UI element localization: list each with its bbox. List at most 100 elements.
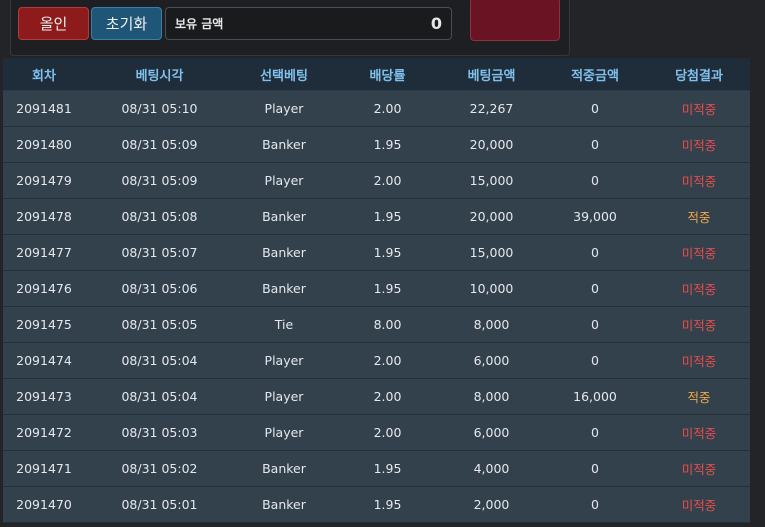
cell-pick: Player	[264, 101, 304, 116]
cell-win-amount: 0	[591, 461, 599, 476]
cell-bet-amount: 2,000	[473, 497, 510, 512]
cell-win-amount: 0	[591, 353, 599, 368]
cell-bet-time: 08/31 05:05	[121, 317, 198, 332]
cell-odds: 1.95	[373, 209, 402, 224]
cell-bet-time: 08/31 05:09	[121, 173, 198, 188]
cell-bet-amount: 15,000	[469, 245, 514, 260]
cell-odds: 1.95	[373, 137, 402, 152]
cell-win-amount: 0	[591, 317, 599, 332]
allin-button[interactable]: 올인	[18, 7, 89, 40]
header-result: 당첨결과	[675, 68, 723, 84]
cell-result: 미적중	[681, 426, 717, 441]
cell-win-amount: 16,000	[573, 389, 617, 404]
balance-value: 0	[430, 14, 442, 33]
table-row: 2091481 08/31 05:10 Player 2.00 22,267 0 미적중	[3, 91, 750, 127]
cell-pick: Player	[264, 425, 304, 440]
cell-bet-time: 08/31 05:10	[121, 101, 198, 116]
cell-pick: Player	[264, 173, 304, 188]
cell-pick: Banker	[262, 245, 306, 260]
table-row: 2091480 08/31 05:09 Banker 1.95 20,000 0 미적중	[3, 127, 750, 163]
cell-bet-amount: 20,000	[469, 209, 514, 224]
cell-bet-amount: 4,000	[473, 461, 510, 476]
cell-win-amount: 0	[591, 173, 599, 188]
cell-pick: Banker	[262, 209, 306, 224]
cell-result: 적중	[687, 390, 711, 405]
cell-bet-time: 08/31 05:06	[121, 281, 198, 296]
cell-bet-amount: 6,000	[473, 353, 510, 368]
cell-round: 2091471	[16, 461, 72, 476]
cell-round: 2091480	[16, 137, 72, 152]
table-row: 2091474 08/31 05:04 Player 2.00 6,000 0 미적중	[3, 343, 750, 379]
cell-odds: 1.95	[373, 281, 402, 296]
cell-bet-amount: 8,000	[473, 389, 510, 404]
cell-result: 미적중	[681, 318, 717, 333]
cell-pick: Tie	[274, 317, 294, 332]
cell-odds: 1.95	[373, 245, 402, 260]
cell-bet-time: 08/31 05:04	[121, 353, 198, 368]
cell-bet-amount: 15,000	[469, 173, 514, 188]
cell-result: 미적중	[681, 462, 717, 477]
cell-pick: Banker	[262, 281, 306, 296]
cell-round: 2091475	[16, 317, 72, 332]
cell-result: 미적중	[681, 138, 717, 153]
cell-round: 2091479	[16, 173, 72, 188]
header-round: 회차	[32, 68, 56, 84]
cell-odds: 1.95	[373, 497, 402, 512]
cell-bet-time: 08/31 05:02	[121, 461, 198, 476]
table-row: 2091470 08/31 05:01 Banker 1.95 2,000 0 미적중	[3, 487, 750, 523]
table-row: 2091471 08/31 05:02 Banker 1.95 4,000 0 미적중	[3, 451, 750, 487]
cell-round: 2091470	[16, 497, 72, 512]
cell-round: 2091476	[16, 281, 72, 296]
cell-result: 미적중	[681, 102, 717, 117]
cell-odds: 2.00	[373, 353, 402, 368]
cell-bet-time: 08/31 05:08	[121, 209, 198, 224]
cell-bet-amount: 8,000	[473, 317, 510, 332]
table-row: 2091472 08/31 05:03 Player 2.00 6,000 0 미적중	[3, 415, 750, 451]
reset-button[interactable]: 초기화	[91, 7, 162, 40]
table-body: 2091481 08/31 05:10 Player 2.00 22,267 0 미적중 20…	[3, 91, 750, 523]
balance-label: 보유 금액	[175, 17, 224, 31]
cell-bet-amount: 20,000	[469, 137, 514, 152]
cell-bet-time: 08/31 05:04	[121, 389, 198, 404]
cell-win-amount: 0	[591, 497, 599, 512]
cell-odds: 1.95	[373, 461, 402, 476]
cell-win-amount: 0	[591, 281, 599, 296]
cell-round: 2091472	[16, 425, 72, 440]
header-win-amount: 적중금액	[571, 68, 619, 84]
cell-bet-time: 08/31 05:01	[121, 497, 198, 512]
cell-result: 미적중	[681, 354, 717, 369]
cell-bet-amount: 6,000	[473, 425, 510, 440]
header-pick: 선택베팅	[260, 68, 308, 84]
header-bet-time: 베팅시각	[135, 68, 184, 84]
cell-round: 2091478	[16, 209, 72, 224]
cell-bet-time: 08/31 05:07	[121, 245, 198, 260]
cell-bet-amount: 22,267	[469, 101, 514, 116]
cell-round: 2091481	[16, 101, 72, 116]
cell-result: 미적중	[681, 246, 717, 261]
cell-result: 적중	[687, 210, 711, 225]
bet-history-table: 회차 베팅시각 선택베팅 배당률 베팅금액 적중금액 당첨결과 2091481 0…	[3, 58, 750, 527]
cell-round: 2091474	[16, 353, 72, 368]
cell-odds: 2.00	[373, 173, 402, 188]
cell-odds: 2.00	[373, 101, 402, 116]
table-row: 2091478 08/31 05:08 Banker 1.95 20,000 39,000…	[3, 199, 750, 235]
cell-odds: 2.00	[373, 425, 402, 440]
cell-pick: Player	[264, 389, 304, 404]
action-panel[interactable]	[470, 0, 560, 41]
table-row: 2091475 08/31 05:05 Tie 8.00 8,000 0 미적중	[3, 307, 750, 343]
table-header: 회차 베팅시각 선택베팅 배당률 베팅금액 적중금액 당첨결과	[3, 58, 750, 91]
cell-bet-time: 08/31 05:03	[121, 425, 198, 440]
table-row: 2091473 08/31 05:04 Player 2.00 8,000 16,000 적…	[3, 379, 750, 415]
cell-win-amount: 0	[591, 101, 599, 116]
cell-pick: Banker	[262, 497, 306, 512]
cell-odds: 8.00	[373, 317, 402, 332]
cell-pick: Player	[264, 353, 304, 368]
cell-result: 미적중	[681, 174, 717, 189]
balance-display: 보유 금액 0	[165, 7, 452, 40]
header-odds: 배당률	[369, 68, 406, 84]
cell-pick: Banker	[262, 461, 306, 476]
cell-win-amount: 0	[591, 245, 599, 260]
table-row: 2091477 08/31 05:07 Banker 1.95 15,000 0 미적중	[3, 235, 750, 271]
cell-result: 미적중	[681, 282, 717, 297]
cell-win-amount: 0	[591, 425, 599, 440]
